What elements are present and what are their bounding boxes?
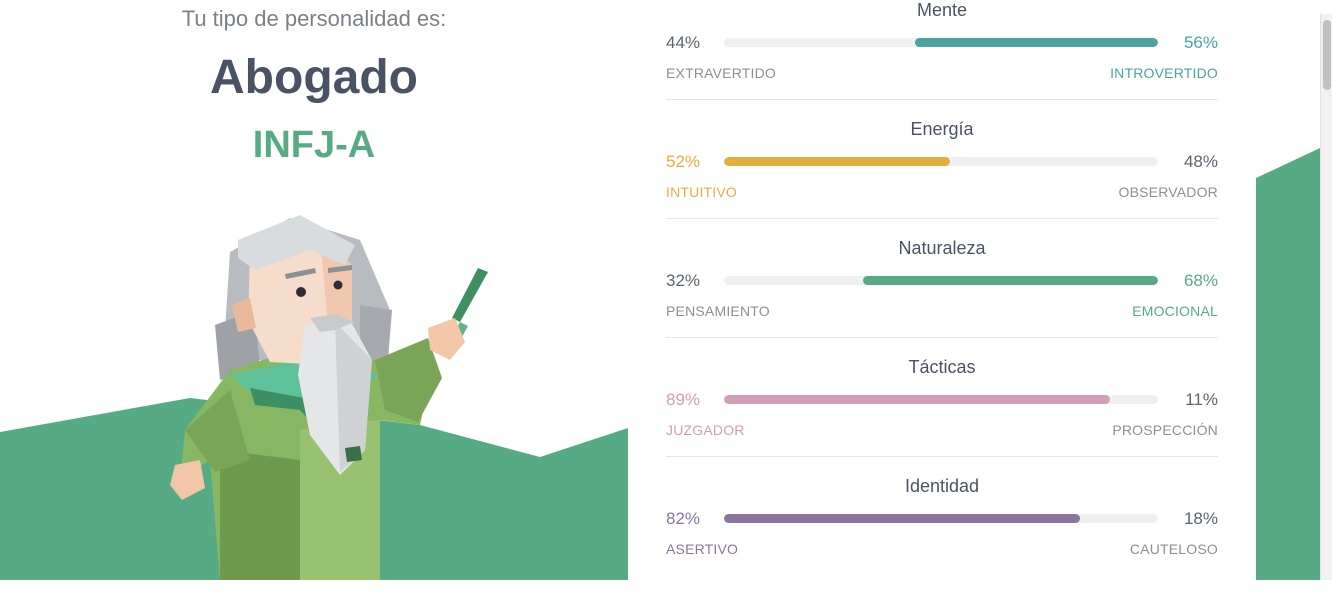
trait-title: Naturaleza: [898, 238, 986, 258]
trait-divider: [666, 337, 1218, 338]
trait-right-label: PROSPECCIÓN: [1112, 422, 1218, 438]
trait-title: Identidad: [904, 476, 980, 496]
trait-left-percent: 52%: [666, 152, 701, 171]
trait-right-label: EMOCIONAL: [1132, 303, 1218, 319]
trait-left-percent: 89%: [666, 390, 701, 409]
trait-energy: Energía 52% 48% INTUITIVO OBSERVADOR: [666, 119, 1218, 238]
trait-bar-track: [724, 395, 1158, 404]
trait-mind: Mente 44% 56% EXTRAVERTIDO INTROVERTIDO: [666, 0, 1218, 119]
trait-left-label: EXTRAVERTIDO: [666, 65, 777, 81]
trait-left-percent: 44%: [666, 33, 701, 52]
scrollbar-thumb[interactable]: [1323, 20, 1331, 90]
personality-type-code: INFJ-A: [252, 124, 376, 166]
trait-divider: [666, 218, 1218, 219]
trait-title: Mente: [916, 0, 968, 20]
trait-divider: [666, 456, 1218, 457]
trait-nature: Naturaleza 32% 68% PENSAMIENTO EMOCIONAL: [666, 238, 1218, 357]
page-scrollbar[interactable]: [1320, 14, 1332, 580]
trait-right-label: OBSERVADOR: [1118, 184, 1218, 200]
trait-right-label: CAUTELOSO: [1129, 541, 1218, 557]
trait-bar-fill: [724, 157, 950, 166]
trait-tactics: Tácticas 89% 11% JUZGADOR PROSPECCIÓN: [666, 357, 1218, 476]
trait-bar-fill: [724, 514, 1080, 523]
trait-right-percent: 48%: [1183, 152, 1218, 171]
trait-left-label: PENSAMIENTO: [666, 303, 770, 319]
trait-right-percent: 68%: [1183, 271, 1218, 290]
personality-summary-panel: Tu tipo de personalidad es: Abogado INFJ…: [0, 0, 629, 580]
trait-title: Energía: [910, 119, 974, 139]
trait-right-percent: 56%: [1183, 33, 1218, 52]
trait-bar-fill: [914, 38, 1158, 47]
trait-left-percent: 82%: [666, 509, 701, 528]
trait-bar-fill: [724, 395, 1111, 404]
trait-right-percent: 11%: [1185, 390, 1218, 409]
trait-bar-track: [724, 276, 1158, 285]
trait-identity: Identidad 82% 18% ASERTIVO CAUTELOSO: [666, 476, 1218, 595]
result-subtitle: Tu tipo de personalidad es:: [181, 6, 447, 31]
trait-left-label: ASERTIVO: [666, 541, 739, 557]
trait-divider: [666, 99, 1218, 100]
trait-left-label: INTUITIVO: [666, 184, 738, 200]
trait-right-percent: 18%: [1183, 509, 1218, 528]
trait-right-label: INTROVERTIDO: [1110, 65, 1218, 81]
trait-bar-track: [724, 38, 1158, 47]
trait-results-panel: Mente 44% 56% EXTRAVERTIDO INTROVERTIDO …: [628, 0, 1256, 580]
personality-type-name: Abogado: [210, 51, 418, 104]
trait-left-percent: 32%: [666, 271, 701, 290]
advocate-character-illustration: [170, 215, 488, 580]
trait-bar-track: [724, 514, 1158, 523]
trait-left-label: JUZGADOR: [666, 422, 745, 438]
trait-bar-track: [724, 157, 1158, 166]
trait-title: Tácticas: [908, 357, 976, 377]
trait-bar-fill: [862, 276, 1158, 285]
